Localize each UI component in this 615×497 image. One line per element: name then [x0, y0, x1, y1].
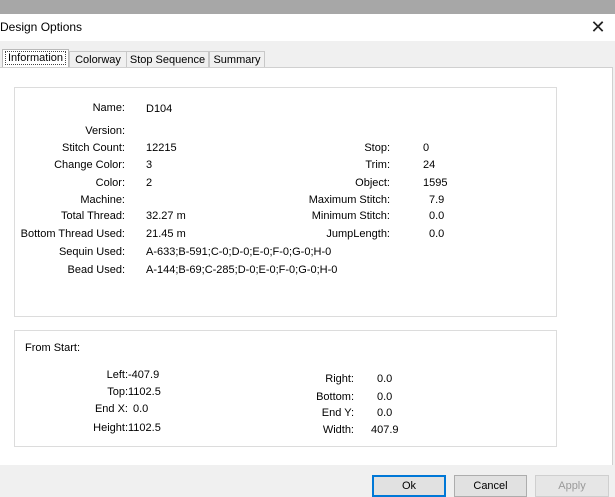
- bottom-thread-value: 21.45 m: [146, 228, 186, 240]
- maximum-stitch-value: 7.9: [429, 194, 445, 206]
- left-label: Left:: [106, 369, 128, 381]
- tab-information-label: Information: [4, 51, 67, 65]
- left-value: -407.9: [128, 369, 160, 381]
- cancel-button[interactable]: Cancel: [454, 475, 527, 497]
- window-background-strip: [0, 0, 615, 14]
- width-label: Width:: [322, 424, 354, 436]
- end-x-label: End X:: [94, 403, 128, 415]
- name-label: Name:: [92, 102, 125, 114]
- machine-label: Machine:: [80, 194, 125, 206]
- end-x-value: 0.0: [133, 403, 149, 415]
- trim-label: Trim:: [365, 159, 390, 171]
- height-value: 1102.5: [128, 422, 161, 434]
- ok-button[interactable]: Ok: [372, 475, 446, 497]
- tab-stop-sequence-label: Stop Sequence: [129, 54, 206, 66]
- top-value: 1102.5: [128, 386, 161, 398]
- information-tab-page: Name: D104 Version: Stitch Count: 12215 …: [0, 67, 613, 465]
- tab-summary-label: Summary: [213, 54, 261, 66]
- object-value: 1595: [423, 177, 448, 189]
- minimum-stitch-value: 0.0: [429, 210, 445, 222]
- dialog-button-bar: Ok Cancel Apply: [0, 465, 615, 497]
- object-label: Object:: [355, 177, 390, 189]
- change-color-label: Change Color:: [54, 159, 125, 171]
- tab-stop-sequence[interactable]: Stop Sequence: [126, 51, 209, 68]
- apply-button[interactable]: Apply: [535, 475, 609, 497]
- bottom-value: 0.0: [377, 391, 393, 403]
- minimum-stitch-label: Minimum Stitch:: [311, 210, 390, 222]
- end-y-value: 0.0: [377, 407, 393, 419]
- stitch-count-label: Stitch Count:: [62, 142, 125, 154]
- tab-colorway-label: Colorway: [75, 54, 121, 66]
- name-value: D104: [146, 103, 173, 115]
- end-y-label: End Y:: [321, 407, 354, 419]
- design-info-group: Name: D104 Version: Stitch Count: 12215 …: [14, 87, 557, 317]
- bottom-thread-label: Bottom Thread Used:: [20, 228, 125, 240]
- total-thread-value: 32.27 m: [146, 210, 186, 222]
- width-value: 407.9: [371, 424, 399, 436]
- stitch-count-value: 12215: [146, 142, 177, 154]
- right-value: 0.0: [377, 373, 393, 385]
- jump-length-value: 0.0: [429, 228, 445, 240]
- stop-value: 0: [423, 142, 430, 154]
- close-icon[interactable]: ✕: [589, 16, 607, 38]
- right-label: Right:: [325, 373, 354, 385]
- from-start-heading: From Start:: [25, 342, 81, 354]
- sequin-used-label: Sequin Used:: [58, 246, 125, 258]
- tab-information[interactable]: Information: [2, 49, 69, 69]
- total-thread-label: Total Thread:: [60, 210, 125, 222]
- color-label: Color:: [95, 177, 125, 189]
- jump-length-label: JumpLength:: [326, 228, 390, 240]
- bead-used-value: A-144;B-69;C-285;D-0;E-0;F-0;G-0;H-0: [146, 264, 338, 276]
- version-label: Version:: [85, 125, 125, 137]
- tab-colorway[interactable]: Colorway: [69, 51, 127, 68]
- height-label: Height:: [93, 422, 128, 434]
- bead-used-label: Bead Used:: [67, 264, 125, 276]
- top-label: Top:: [107, 386, 128, 398]
- bottom-label: Bottom:: [316, 391, 354, 403]
- change-color-value: 3: [146, 159, 153, 171]
- tab-summary[interactable]: Summary: [209, 51, 265, 68]
- from-start-group: From Start: Left: -407.9 Top: 1102.5 End…: [14, 330, 557, 447]
- tab-bar: Information Colorway Stop Sequence Summa…: [0, 41, 615, 69]
- title-bar[interactable]: Design Options ✕: [0, 14, 615, 41]
- maximum-stitch-label: Maximum Stitch:: [308, 194, 390, 206]
- trim-value: 24: [423, 159, 436, 171]
- color-value: 2: [146, 177, 153, 189]
- dialog-title: Design Options: [0, 20, 83, 34]
- stop-label: Stop:: [364, 142, 390, 154]
- sequin-used-value: A-633;B-591;C-0;D-0;E-0;F-0;G-0;H-0: [146, 246, 332, 258]
